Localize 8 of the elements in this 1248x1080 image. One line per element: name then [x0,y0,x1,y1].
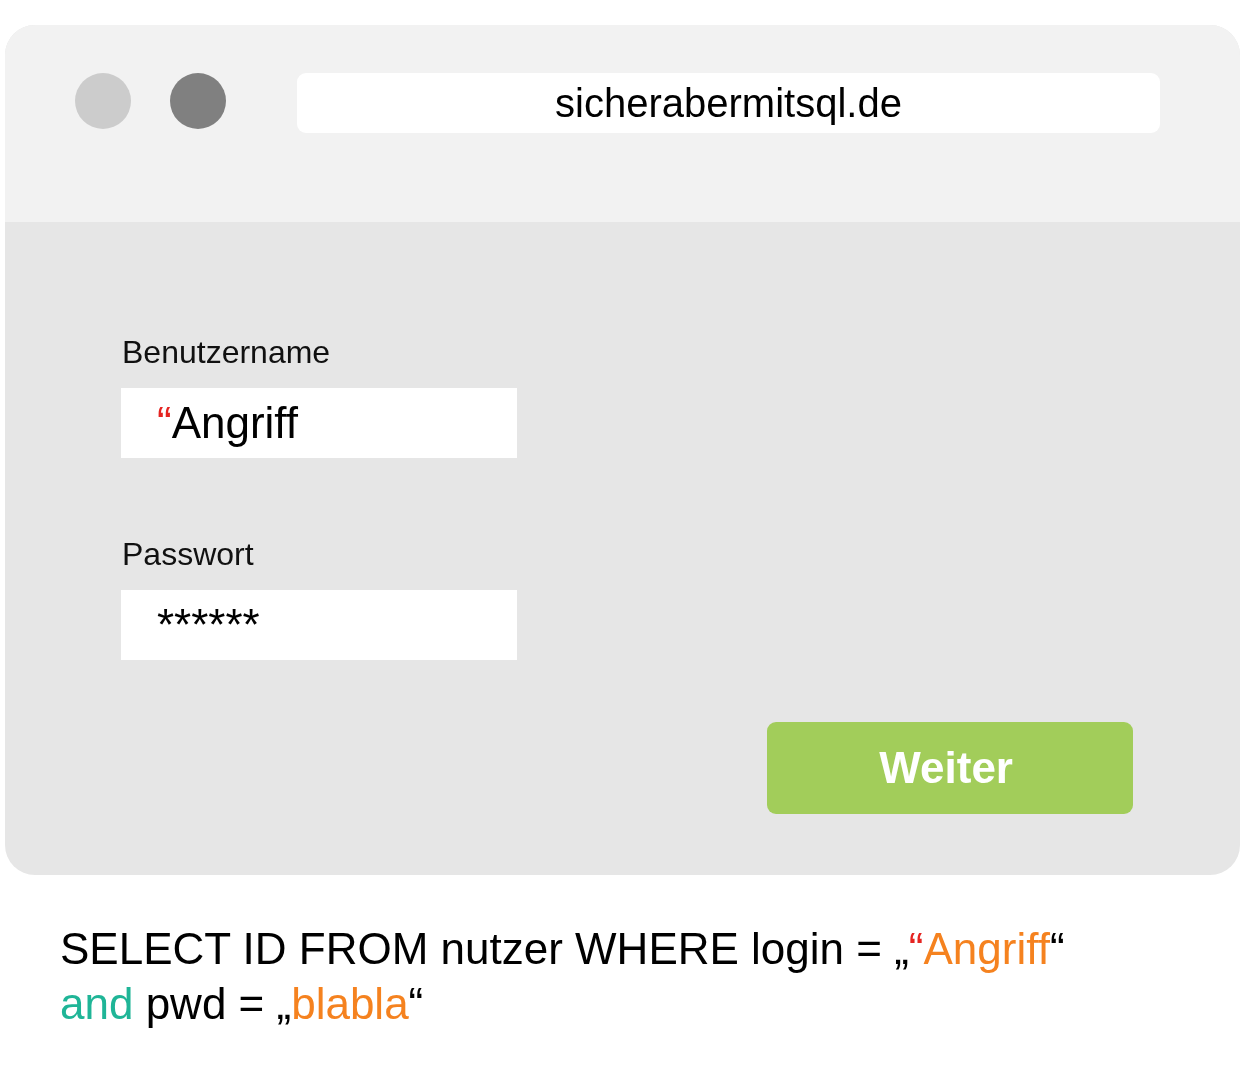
sql-query: SELECT ID FROM nutzer WHERE login = „“Angriff“ and pwd = „blabla“ [60,923,1066,1030]
address-bar[interactable]: sicherabermitsql.de [297,73,1160,133]
field-label: Passwort [122,535,255,574]
window-control-dot[interactable] [170,73,226,129]
input-field[interactable]: ****** [121,590,517,660]
field-label: Benutzername [122,333,332,372]
window-control-dot[interactable] [75,73,131,129]
input-field[interactable]: “Angriff [121,388,517,458]
